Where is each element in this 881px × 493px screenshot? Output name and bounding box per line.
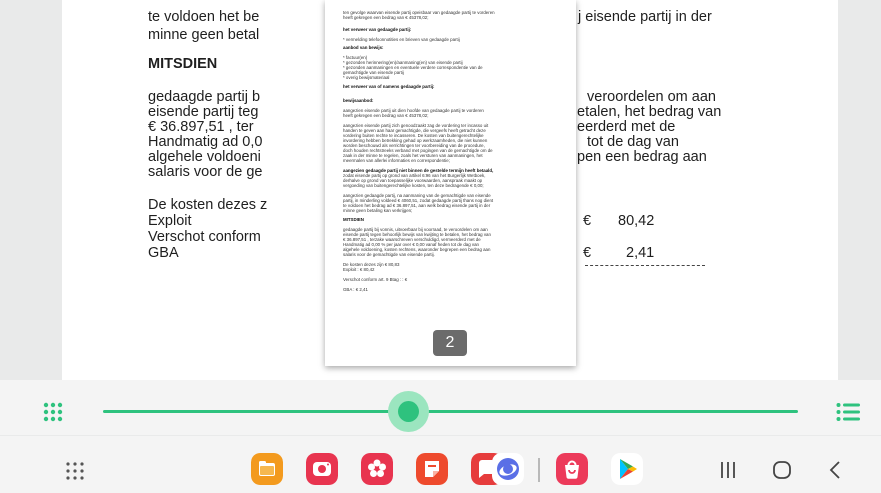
galaxy-store-icon[interactable] xyxy=(556,453,588,485)
doc-line: Exploit xyxy=(148,213,192,229)
preview-line: meermalen van allerlei informaties en co… xyxy=(343,158,450,163)
sum-divider xyxy=(585,265,705,266)
preview-line: Verschot conform art. 9 Btag : : € xyxy=(343,277,408,282)
internet-icon[interactable] xyxy=(492,453,524,485)
amount-value: 2,41 xyxy=(626,245,655,261)
preview-line: het verweer van gedaagde partij: xyxy=(343,27,412,32)
doc-line: De kosten dezes z xyxy=(148,197,268,213)
amount-currency: € xyxy=(583,245,592,261)
doc-line-fragment: j eisende partij in der xyxy=(578,9,712,25)
play-store-icon[interactable] xyxy=(611,453,643,485)
doc-line-fragment: etalen, het bedrag van xyxy=(577,104,722,120)
preview-line: * vermelding telefoonnotities en brieven… xyxy=(343,37,460,42)
amount-currency: € xyxy=(583,213,592,229)
notes-icon[interactable] xyxy=(416,453,448,485)
scrubber-track[interactable] xyxy=(103,410,798,413)
doc-line-fragment: tot de dag van xyxy=(587,134,679,150)
page-preview[interactable]: ten gevolge waarvan eisende partij opeis… xyxy=(325,0,576,366)
taskbar-separator xyxy=(538,458,540,482)
preview-line: heeft gekregen een bedrag van € 45378,02… xyxy=(343,113,429,118)
recent-apps-icon[interactable] xyxy=(718,456,738,484)
doc-line: salaris voor de ge xyxy=(148,164,263,180)
doc-line: minne geen betal xyxy=(148,27,260,43)
preview-line: vergoeding van buitengerechtelijke koste… xyxy=(343,183,484,188)
preview-line: heeft gekregen een bedrag van € 45378,02… xyxy=(343,15,429,20)
doc-heading: MITSDIEN xyxy=(148,56,218,72)
preview-line: minne geen betaling kan verkrijgen; xyxy=(343,208,413,213)
camera-icon[interactable] xyxy=(306,453,338,485)
back-icon[interactable] xyxy=(826,456,844,484)
preview-line: MITSDIEN xyxy=(343,217,364,222)
doc-line: eisende partij teg xyxy=(148,104,259,120)
amount-value: 80,42 xyxy=(618,213,655,229)
gallery-icon[interactable] xyxy=(361,453,393,485)
doc-line-fragment: eerderd met de xyxy=(577,119,676,135)
doc-line: GBA xyxy=(148,245,179,261)
preview-line: bewijsaanbod: xyxy=(343,98,374,103)
doc-line: € 36.897,51 , ter xyxy=(148,119,254,135)
doc-line-fragment: veroordelen om aan xyxy=(587,89,716,105)
preview-line: * overig bewijsmateriaal xyxy=(343,75,390,80)
app-drawer-icon[interactable] xyxy=(66,462,84,480)
preview-line: GBA : € 2,41 xyxy=(343,287,368,292)
my-files-icon[interactable] xyxy=(251,453,283,485)
doc-line: te voldoen het be xyxy=(148,9,260,25)
preview-line: Exploit : € 80,42 xyxy=(343,267,375,272)
doc-line-fragment: pen een bedrag aan xyxy=(577,149,707,165)
page-number-badge: 2 xyxy=(433,330,467,356)
doc-line: Verschot conform xyxy=(148,229,261,245)
preview-line: het verweer van of namens gedaagde parti… xyxy=(343,84,435,89)
doc-line: algehele voldoeni xyxy=(148,149,261,165)
doc-line: gedaagde partij b xyxy=(148,89,261,105)
doc-line: Handmatig ad 0,0 xyxy=(148,134,263,150)
page-scrubber-bar xyxy=(0,380,881,435)
thumbnail-grid-icon[interactable] xyxy=(43,402,63,422)
preview-line: aanbod van bewijs: xyxy=(343,45,384,50)
home-icon[interactable] xyxy=(771,456,793,484)
preview-line: salaris voor de gemachtigde van eisende … xyxy=(343,252,435,257)
list-view-icon[interactable] xyxy=(836,402,860,422)
